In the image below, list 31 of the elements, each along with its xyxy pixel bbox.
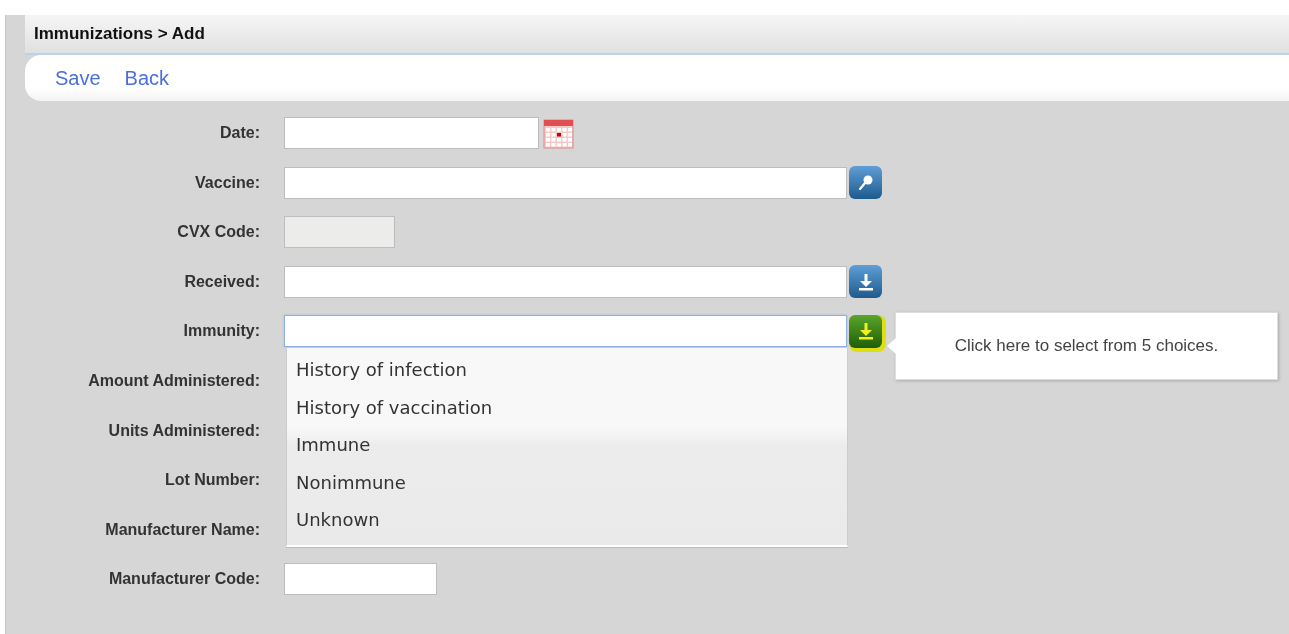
field-label: Amount Administered: [87,371,260,390]
field-label: Manufacturer Code: [107,570,260,589]
field-label: Vaccine: [194,173,260,192]
download-arrow-icon [856,322,875,341]
input-field[interactable] [284,563,437,596]
toolbar-link[interactable]: Save [55,66,101,90]
search-button[interactable] [849,166,882,200]
field-label: CVX Code: [176,223,260,242]
toolbar-link[interactable]: Back [124,66,170,90]
dropdown-button[interactable] [849,265,882,299]
field-label: Lot Number: [163,471,260,490]
field-label: Manufacturer Name: [104,520,260,539]
field-label: Received: [183,272,260,291]
dropdown-option[interactable]: Immune [287,426,847,464]
breadcrumb: Immunizations > Add [34,24,205,44]
input-field[interactable] [284,166,847,199]
search-icon [856,173,875,192]
dropdown-option[interactable]: History of vaccination [287,388,847,427]
calendar-icon[interactable] [543,117,574,149]
dropdown-option[interactable]: History of infection [287,351,847,389]
dropdown-option[interactable]: Nonimmune [287,463,847,502]
dropdown-button[interactable] [849,314,882,348]
input-field[interactable] [284,265,847,298]
tooltip-text: Click here to select from 5 choices. [954,336,1219,356]
download-arrow-icon [856,272,875,291]
date-field[interactable] [284,117,539,149]
dropdown-option[interactable]: Unknown [287,501,847,539]
field-label: Immunity: [182,322,260,341]
field-label: Units Administered: [107,421,260,440]
field-label: Date: [219,124,260,142]
input-field[interactable] [284,315,847,348]
